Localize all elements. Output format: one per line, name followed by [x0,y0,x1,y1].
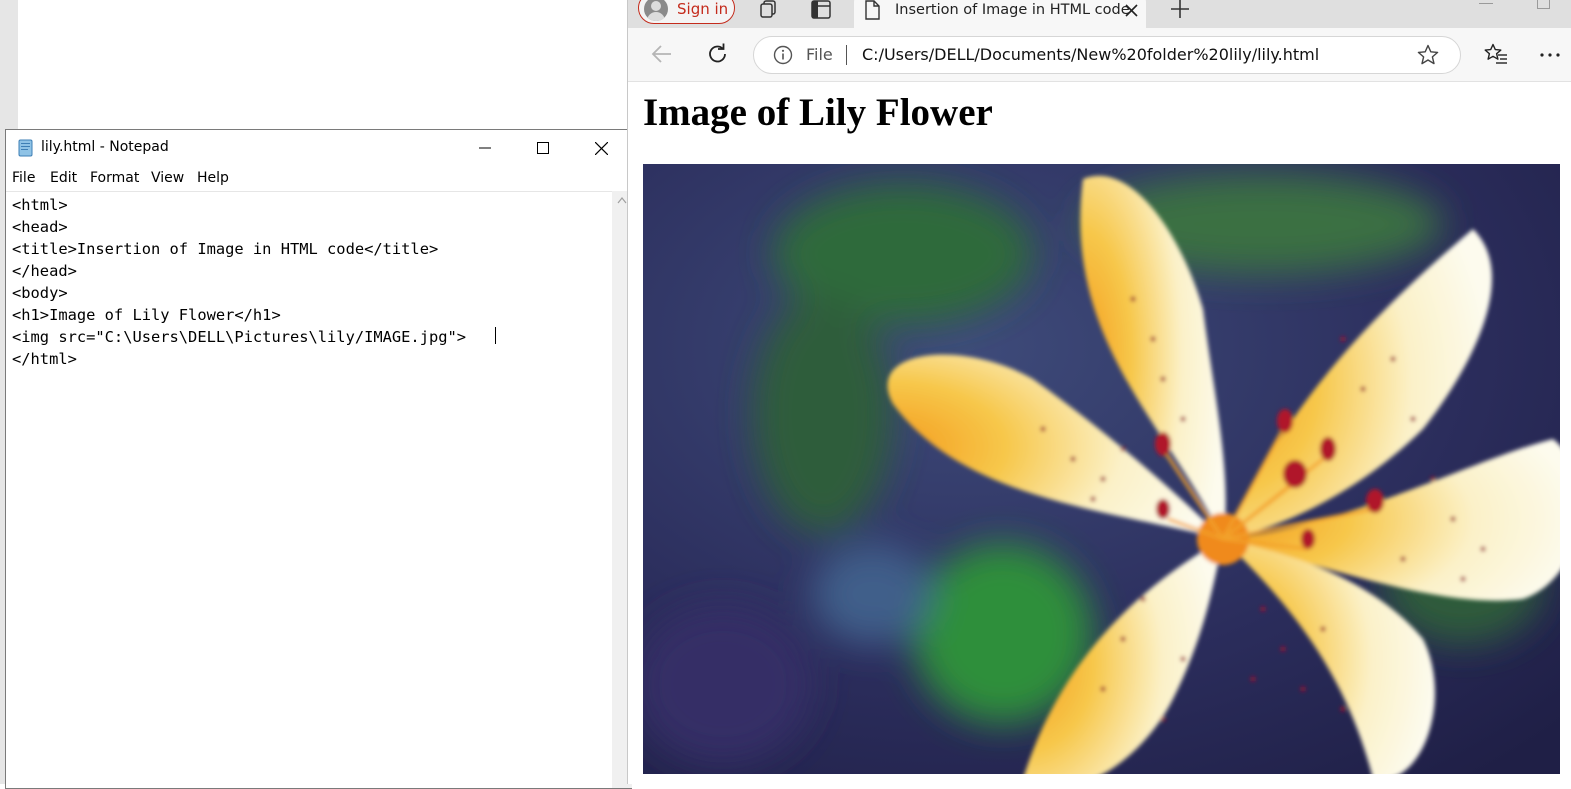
notepad-window-title: lily.html - Notepad [41,139,169,155]
scroll-up-arrow-icon[interactable] [617,197,627,204]
page-icon [865,0,880,20]
avatar [644,0,668,21]
sign-in-label: Sign in [677,0,729,18]
menu-file[interactable]: File [12,170,35,186]
refresh-icon[interactable] [706,42,730,66]
close-icon[interactable] [1125,4,1138,17]
back-arrow-icon[interactable] [650,42,674,66]
tab-title: Insertion of Image in HTML code [895,2,1130,18]
menu-format[interactable]: Format [90,170,139,186]
lily-flower-image [643,164,1560,774]
tab-actions-icon[interactable] [811,0,831,20]
minimize-icon [479,147,491,149]
address-bar[interactable]: File C:/Users/DELL/Documents/New%20folde… [753,36,1461,74]
desktop-window-area [18,0,628,130]
notepad-maximize-button[interactable] [514,130,572,166]
close-icon [594,141,608,155]
browser-minimize-button[interactable] [1479,3,1493,4]
plus-icon[interactable] [1169,0,1191,20]
browser-maximize-button[interactable] [1537,0,1550,9]
notepad-minimize-button[interactable] [456,130,514,166]
notepad-menubar: File Edit Format View Help [6,168,631,190]
text-cursor [495,327,496,344]
menu-edit[interactable]: Edit [50,170,77,186]
html-source-text: <html> <head> <title>Insertion of Image … [12,196,467,368]
sign-in-button[interactable]: Sign in [638,0,735,24]
menu-help[interactable]: Help [197,170,229,186]
notepad-text-area[interactable]: <html> <head> <title>Insertion of Image … [6,191,612,788]
address-divider [846,45,847,65]
favorites-icon[interactable] [1484,43,1508,65]
browser-tabstrip: Sign in Insertion of Image in HTML code [628,0,1571,28]
info-icon[interactable] [773,45,793,65]
notepad-close-button[interactable] [572,130,630,166]
web-page-content: Image of Lily Flower [628,82,1571,784]
more-icon[interactable] [1540,53,1560,57]
scheme-label: File [806,45,833,64]
url-input[interactable]: C:/Users/DELL/Documents/New%20folder%20l… [862,45,1319,64]
browser-toolbar: File C:/Users/DELL/Documents/New%20folde… [628,28,1571,82]
notepad-window: lily.html - Notepad File Edit Format Vie… [5,129,632,789]
notepad-content[interactable]: <html> <head> <title>Insertion of Image … [12,194,466,370]
page-heading: Image of Lily Flower [643,91,993,134]
maximize-icon [537,142,549,154]
menu-view[interactable]: View [151,170,184,186]
notepad-icon [18,139,33,157]
tab-active[interactable]: Insertion of Image in HTML code [854,0,1146,28]
browser-window: Sign in Insertion of Image in HTML code [627,0,1571,784]
notepad-titlebar[interactable]: lily.html - Notepad [6,130,631,166]
workspaces-icon[interactable] [758,0,780,20]
star-icon[interactable] [1417,44,1439,66]
